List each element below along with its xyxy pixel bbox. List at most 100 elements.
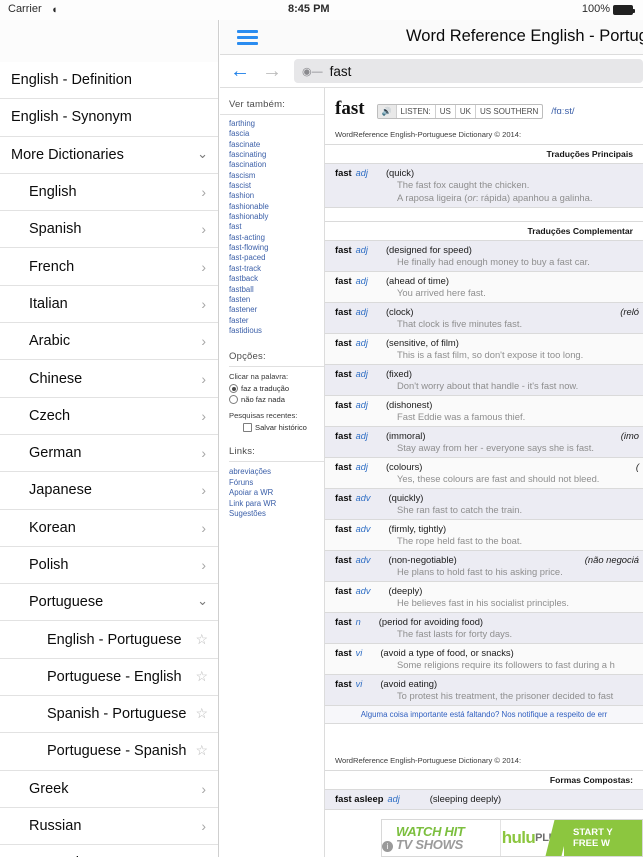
sidebar-item-more-dictionaries[interactable]: More Dictionaries ⌄ <box>0 136 218 174</box>
sidebar-item-spanish-portuguese[interactable]: Spanish - Portuguese ☆ <box>0 696 218 734</box>
see-also-word[interactable]: fascist <box>229 181 324 191</box>
speaker-icon[interactable]: 🔊 <box>377 105 397 118</box>
favorite-star-icon[interactable]: ☆ <box>195 705 208 722</box>
footer-link[interactable]: abreviações <box>229 467 324 478</box>
favorite-star-icon[interactable]: ☆ <box>195 743 208 760</box>
translation-row[interactable]: fast adv (non-negotiable) (não negociá He pl… <box>325 551 643 582</box>
see-also-word[interactable]: fast-flowing <box>229 243 324 253</box>
part-of-speech: adj <box>355 400 368 410</box>
translation-row[interactable]: fast adj (sensitive, of film) This is a fas… <box>325 334 643 365</box>
see-also-word[interactable]: fast-paced <box>229 253 324 263</box>
see-also-word[interactable]: farthing <box>229 119 324 129</box>
radio-translate-row[interactable]: faz a tradução <box>229 384 324 394</box>
sidebar-item-french[interactable]: French › <box>0 248 218 286</box>
see-also-word[interactable]: fastidious <box>229 326 324 336</box>
sidebar-item-arabic[interactable]: Arabic › <box>0 323 218 361</box>
sidebar-item-label: English <box>29 184 77 201</box>
see-also-word[interactable]: fasten <box>229 295 324 305</box>
sidebar-item-japanese[interactable]: Japanese › <box>0 472 218 510</box>
save-history-row[interactable]: Salvar histórico <box>243 423 324 433</box>
sidebar-item-polish[interactable]: Polish › <box>0 546 218 585</box>
sidebar-item-german[interactable]: German › <box>0 434 218 473</box>
translation-row[interactable]: fast adj (quick) The fast fox caught the ch… <box>325 164 643 208</box>
see-also-word[interactable]: fashion <box>229 191 324 201</box>
app-root: Carrier ◖ 8:45 PM 100% English - Definit… <box>0 0 643 857</box>
see-also-word[interactable]: fast-track <box>229 264 324 274</box>
example-sentence-en: You arrived here fast. <box>397 287 486 298</box>
radio-translate-icon[interactable] <box>229 384 238 394</box>
sense-label: (non-negotiable) <box>388 554 457 565</box>
sidebar-item-romanian[interactable]: Romanian› <box>0 845 218 857</box>
part-of-speech: adj <box>355 307 368 317</box>
dictionary-sidebar[interactable]: English - Definition English - Synonym Mor… <box>0 20 219 857</box>
see-also-word[interactable]: fascinating <box>229 150 324 160</box>
footer-link[interactable]: Link para WR <box>229 499 324 510</box>
radio-nothing-icon[interactable] <box>229 395 238 405</box>
ad-cta[interactable]: START Y FREE W <box>564 820 642 856</box>
part-of-speech: adj <box>355 168 368 178</box>
search-input[interactable]: ◉— fast <box>294 59 643 83</box>
back-arrow-icon[interactable]: ← <box>226 61 254 81</box>
complementary-translations-title: Traduções Complementar <box>325 222 643 241</box>
checkbox-icon[interactable] <box>243 423 252 433</box>
favorite-star-icon[interactable]: ☆ <box>195 668 208 685</box>
see-also-word[interactable]: fast-acting <box>229 233 324 243</box>
see-also-word[interactable]: fashionable <box>229 202 324 212</box>
ad-banner[interactable]: i WATCH HIT TV SHOWS huluPLUS START Y FR… <box>381 819 643 857</box>
radio-nothing-row[interactable]: não faz nada <box>229 395 324 405</box>
sidebar-item-spanish[interactable]: Spanish › <box>0 211 218 249</box>
footer-link[interactable]: Fóruns <box>229 478 324 489</box>
translation-row[interactable]: fast vi (avoid eating) To protest his treat… <box>325 675 643 706</box>
options-heading: Opções: <box>229 348 324 368</box>
translation-row[interactable]: fast adv (quickly) She ran fast to catch th… <box>325 489 643 520</box>
translation-row[interactable]: fast asleep adj (sleeping deeply) <box>325 790 643 810</box>
see-also-word[interactable]: faster <box>229 316 324 326</box>
accent-uk-button[interactable]: UK <box>456 105 477 118</box>
hamburger-menu-icon[interactable] <box>237 27 258 48</box>
see-also-word[interactable]: fastener <box>229 305 324 315</box>
see-also-word[interactable]: fascism <box>229 171 324 181</box>
forward-arrow-icon[interactable]: → <box>258 61 286 81</box>
sidebar-item-portuguese[interactable]: Portuguese ⌄ <box>0 584 218 622</box>
see-also-word[interactable]: fascinate <box>229 140 324 150</box>
sidebar-item-english-definition[interactable]: English - Definition <box>0 62 218 100</box>
translation-row[interactable]: fast adj (clock) (reló That clock is five mi… <box>325 303 643 334</box>
part-of-speech: n <box>355 617 361 627</box>
see-also-word[interactable]: fashionably <box>229 212 324 222</box>
sidebar-item-greek[interactable]: Greek › <box>0 770 218 808</box>
translation-row[interactable]: fast adj (dishonest) Fast Eddie was a famou… <box>325 396 643 427</box>
see-also-word[interactable]: fastball <box>229 285 324 295</box>
see-also-word[interactable]: fascination <box>229 160 324 170</box>
pronunciation-controls[interactable]: 🔊 LISTEN: US UK US SOUTHERN <box>376 104 544 119</box>
sidebar-item-italian[interactable]: Italian › <box>0 285 218 324</box>
sidebar-item-english-portuguese[interactable]: English - Portuguese ☆ <box>0 621 218 659</box>
translation-row[interactable]: fast adj (ahead of time) You arrived here f… <box>325 272 643 303</box>
sidebar-item-english[interactable]: English › <box>0 173 218 212</box>
translation-row[interactable]: fast adj (designed for speed) He finally ha… <box>325 241 643 272</box>
accent-us-button[interactable]: US <box>436 105 456 118</box>
sidebar-item-russian[interactable]: Russian › <box>0 807 218 846</box>
sidebar-item-korean[interactable]: Korean › <box>0 509 218 547</box>
sidebar-item-portuguese-spanish[interactable]: Portuguese - Spanish ☆ <box>0 733 218 771</box>
see-also-word[interactable]: fast <box>229 222 324 232</box>
report-missing-link[interactable]: Alguma coisa importante está faltando? N… <box>325 706 643 724</box>
translation-row[interactable]: fast adj (fixed) Don't worry about that han… <box>325 365 643 396</box>
translation-row[interactable]: fast adv (deeply) He believes fast in his s… <box>325 582 643 613</box>
footer-link[interactable]: Sugestões <box>229 509 324 520</box>
translation-row[interactable]: fast adv (firmly, tightly) The rope held fa… <box>325 520 643 551</box>
sidebar-item-english-synonym[interactable]: English - Synonym <box>0 99 218 137</box>
translation-row[interactable]: fast n (period for avoiding food) The fast … <box>325 613 643 644</box>
ad-info-icon[interactable]: i <box>382 841 393 852</box>
translation-row[interactable]: fast adj (immoral) (imo Stay away from her -… <box>325 427 643 458</box>
sidebar-item-portuguese-english[interactable]: Portuguese - English ☆ <box>0 658 218 697</box>
favorite-star-icon[interactable]: ☆ <box>195 631 208 648</box>
translation-row[interactable]: fast adj (colours) (Yes, these colours are … <box>325 458 643 489</box>
example-sentence-en: That clock is five minutes fast. <box>397 318 523 329</box>
sidebar-item-czech[interactable]: Czech › <box>0 397 218 435</box>
accent-us-southern-button[interactable]: US SOUTHERN <box>476 105 542 118</box>
see-also-word[interactable]: fascia <box>229 129 324 139</box>
see-also-word[interactable]: fastback <box>229 274 324 284</box>
translation-row[interactable]: fast vi (avoid a type of food, or snacks) S… <box>325 644 643 675</box>
footer-link[interactable]: Apoiar a WR <box>229 488 324 499</box>
sidebar-item-chinese[interactable]: Chinese › <box>0 360 218 398</box>
